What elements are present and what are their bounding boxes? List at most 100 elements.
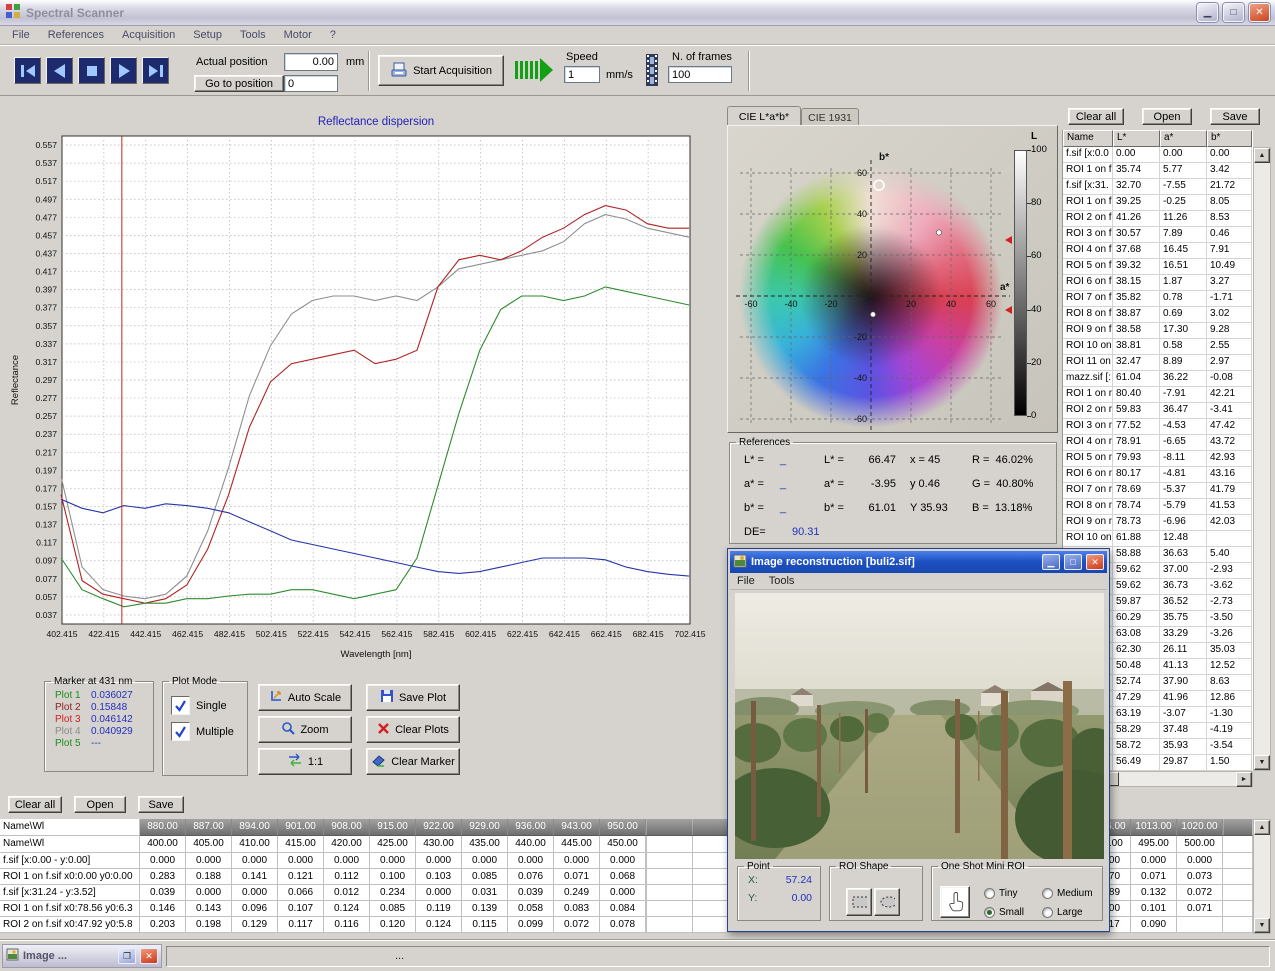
maximize-button[interactable]: □ [1223,3,1244,22]
single-checkbox[interactable] [171,696,190,715]
menu-item-acquisition[interactable]: Acquisition [113,27,184,43]
goto-position-field[interactable] [284,75,338,92]
lab-table-row[interactable]: ROI 10 on61.8812.48 [1063,531,1253,547]
roi-rectangle-button[interactable] [846,888,872,916]
lab-table-row[interactable]: ROI 1 on f39.25-0.258.05 [1063,195,1253,211]
lab-table-row[interactable]: ROI 6 on f38.151.873.27 [1063,275,1253,291]
radio-large[interactable]: Large [1042,907,1098,918]
auto-scale-button[interactable]: Auto Scale [258,684,352,711]
radio-medium[interactable]: Medium [1042,888,1098,899]
minimize-button[interactable]: ▁ [1197,3,1218,22]
scroll-track[interactable] [1254,163,1270,755]
menu-item-tools[interactable]: Tools [231,27,275,43]
close-button[interactable]: ✕ [140,948,158,964]
column-header[interactable]: b* [1207,130,1252,147]
motor-stop-button[interactable] [78,57,105,84]
menu-item-setup[interactable]: Setup [184,27,231,43]
scroll-right-button[interactable]: ► [1236,772,1252,787]
lab-table-row[interactable]: ROI 6 on m80.17-4.8143.16 [1063,467,1253,483]
orchard-photo[interactable] [735,593,1104,859]
lab-table-row[interactable]: ROI 2 on f41.2611.268.53 [1063,211,1253,227]
lab-table-row[interactable]: ROI 3 on f30.577.890.46 [1063,227,1253,243]
scroll-down-button[interactable]: ▼ [1254,918,1270,933]
menu-item-help[interactable]: ? [321,27,345,43]
radio-button[interactable] [984,888,995,899]
lab-table-vscrollbar[interactable]: ▲ ▼ [1253,147,1271,771]
scroll-down-button[interactable]: ▼ [1254,755,1270,770]
clear-plots-button[interactable]: Clear Plots [366,716,460,743]
radio-button[interactable] [984,907,995,918]
scroll-up-button[interactable]: ▲ [1254,148,1270,163]
lab-table-row[interactable]: ROI 1 on f35.745.773.42 [1063,163,1253,179]
lab-table-row[interactable]: ROI 4 on m78.91-6.6543.72 [1063,435,1253,451]
l-gradient-bar[interactable] [1014,150,1027,416]
multiple-option[interactable]: Multiple [171,722,239,741]
lab-table-row[interactable]: f.sif [x:31.32.70-7.5521.72 [1063,179,1253,195]
pick-point-button[interactable] [940,886,970,918]
zoom-button[interactable]: Zoom [258,716,352,743]
minimized-image-window[interactable]: Image ... ❐ ✕ [2,944,162,968]
lab-table-row[interactable]: ROI 5 on m79.93-8.1142.93 [1063,451,1253,467]
menu-item-references[interactable]: References [39,27,113,43]
tab-cie-1931[interactable]: CIE 1931 [801,108,859,126]
frames-field[interactable] [668,66,732,83]
lab-table-row[interactable]: ROI 7 on m78.69-5.3741.79 [1063,483,1253,499]
titlebar[interactable]: Spectral Scanner ▁ □ ✕ [0,0,1275,26]
radio-tiny[interactable]: Tiny [984,888,1042,899]
cie-color-wheel[interactable] [739,164,1003,428]
radio-small[interactable]: Small [984,907,1042,918]
radio-button[interactable] [1042,907,1053,918]
radio-button[interactable] [1042,888,1053,899]
goto-position-button[interactable]: Go to position [194,75,284,92]
lab-table-row[interactable]: ROI 9 on m78.73-6.9642.03 [1063,515,1253,531]
lab-table-row[interactable]: ROI 2 on m59.8336.47-3.41 [1063,403,1253,419]
menu-item-tools[interactable]: Tools [762,574,802,588]
scroll-track[interactable] [1254,835,1270,918]
multiple-checkbox[interactable] [171,722,190,741]
reflectance-chart[interactable]: 402.415422.415442.415462.415482.415502.4… [8,112,708,672]
spectra-save-button[interactable]: Save [138,796,184,813]
lab-table-row[interactable]: ROI 8 on m78.74-5.7941.53 [1063,499,1253,515]
scroll-track[interactable] [1119,772,1236,786]
motor-back-button[interactable] [46,57,73,84]
lab-table-row[interactable]: ROI 11 on32.478.892.97 [1063,355,1253,371]
motor-forward-button[interactable] [110,57,137,84]
lab-table-row[interactable]: ROI 1 on m80.40-7.9142.21 [1063,387,1253,403]
actual-position-field[interactable] [284,53,338,71]
menu-item-file[interactable]: File [3,27,39,43]
image-reconstruction-window[interactable]: Image reconstruction [buli2.sif] ▁ □ ✕ F… [727,548,1110,932]
single-option[interactable]: Single [171,696,239,715]
save-plot-button[interactable]: Save Plot [366,684,460,711]
menu-item-motor[interactable]: Motor [275,27,321,43]
lab-table-row[interactable]: ROI 10 on38.810.582.55 [1063,339,1253,355]
lab-table-row[interactable]: ROI 4 on f37.6816.457.91 [1063,243,1253,259]
spectra-table-vscrollbar[interactable]: ▲ ▼ [1253,819,1271,934]
column-header[interactable]: Name [1063,130,1113,147]
close-button[interactable]: ✕ [1249,3,1270,22]
scroll-up-button[interactable]: ▲ [1254,820,1270,835]
roi-ellipse-button[interactable] [874,888,900,916]
motor-home-button[interactable] [14,57,41,84]
lab-table-row[interactable]: ROI 5 on f39.3216.5110.49 [1063,259,1253,275]
menu-item-file[interactable]: File [730,574,762,588]
minimize-button[interactable]: ▁ [1042,554,1060,570]
spectra-open-button[interactable]: Open [74,796,126,813]
maximize-button[interactable]: □ [1064,554,1082,570]
restore-button[interactable]: ❐ [118,948,136,964]
one-to-one-button[interactable]: 1:1 [258,748,352,775]
start-acquisition-button[interactable]: Start Acquisition [378,55,504,86]
column-header[interactable]: a* [1160,130,1207,147]
lab-table-row[interactable]: ROI 3 on m77.52-4.5347.42 [1063,419,1253,435]
lab-open-button[interactable]: Open [1142,108,1192,125]
lab-save-button[interactable]: Save [1210,108,1260,125]
lab-table-row[interactable]: mazz.sif [:61.0436.22-0.08 [1063,371,1253,387]
lab-clear-all-button[interactable]: Clear all [1068,108,1124,125]
close-button[interactable]: ✕ [1086,554,1104,570]
lab-table-row[interactable]: ROI 7 on f35.820.78-1.71 [1063,291,1253,307]
image-window-titlebar[interactable]: Image reconstruction [buli2.sif] ▁ □ ✕ [730,551,1107,573]
clear-marker-button[interactable]: Clear Marker [366,748,460,775]
lab-table-row[interactable]: ROI 9 on f38.5817.309.28 [1063,323,1253,339]
spectra-clear-all-button[interactable]: Clear all [8,796,62,813]
tab-cie-lab[interactable]: CIE L*a*b* [727,106,801,126]
column-header[interactable]: L* [1113,130,1160,147]
